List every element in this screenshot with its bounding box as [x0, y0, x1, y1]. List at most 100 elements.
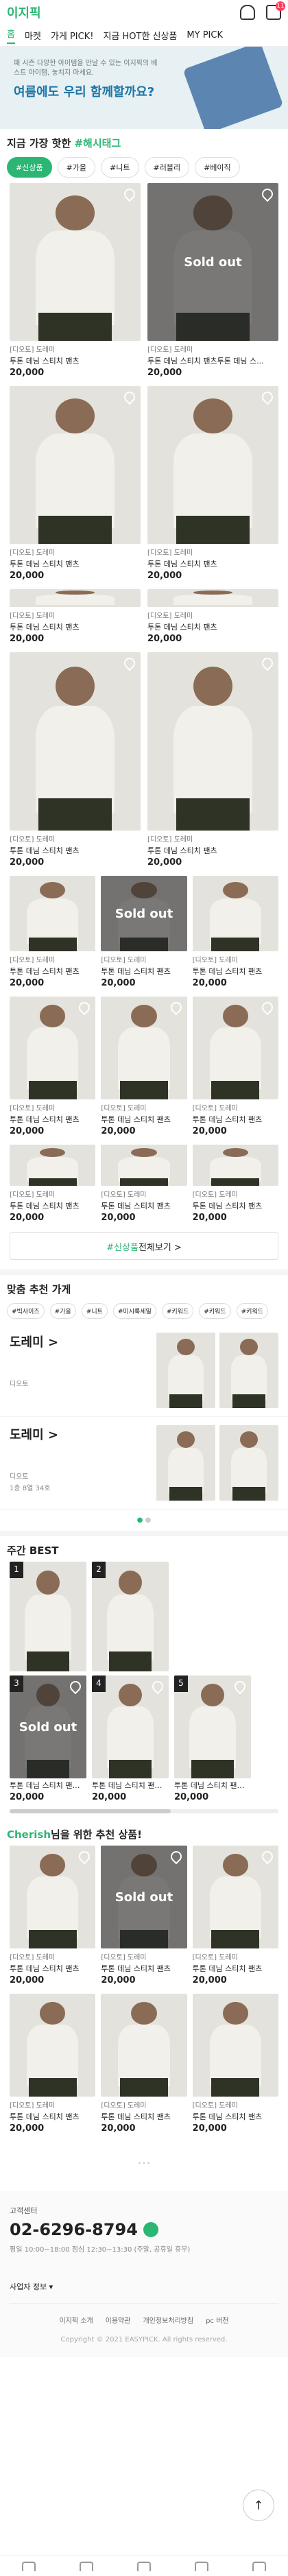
product-card[interactable]: [디오토] 도레미 투톤 데님 스티치 팬츠 20,000 [10, 997, 96, 1136]
bell-icon[interactable] [240, 5, 255, 20]
product-card[interactable]: 3Sold out투톤 데님 스티치 팬츠투톤 데님 스...20,000 [10, 1675, 86, 1802]
product-card[interactable]: [디오토] 도레미 투톤 데님 스티치 팬츠 20,000 [10, 589, 141, 644]
product-card[interactable]: [디오토] 도레미 투톤 데님 스티치 팬츠 20,000 [10, 652, 141, 868]
tab-my-pick[interactable]: MY PICK [187, 30, 223, 40]
product-card[interactable]: [디오토] 도레미 투톤 데님 스티치 팬츠 20,000 [192, 1994, 278, 2134]
chip-new[interactable]: #신상품 [7, 157, 52, 178]
product-image [192, 997, 278, 1099]
main-tabs: 홈 마켓 가게 PICK! 지금 HOT한 신상품 MY PICK [0, 25, 288, 47]
chip-autumn[interactable]: #가을 [57, 157, 96, 178]
heart-icon[interactable] [259, 655, 276, 671]
product-card[interactable]: [디오토] 도레미 투톤 데님 스티치 팬츠 20,000 [10, 183, 141, 378]
product-card[interactable]: [디오토] 도레미 투톤 데님 스티치 팬츠 20,000 [101, 1994, 187, 2134]
product-card[interactable]: [디오토] 도레미 투톤 데님 스티치 팬츠 20,000 [192, 1145, 278, 1223]
product-card[interactable]: [디오토] 도레미 투톤 데님 스티치 팬츠 20,000 [10, 1994, 96, 2134]
scroll-top-button[interactable]: ↑ [243, 2490, 274, 2521]
product-card[interactable]: [디오토] 도레미 투톤 데님 스티치 팬츠 20,000 [192, 876, 278, 988]
product-image [101, 1145, 187, 1186]
product-card[interactable]: 4투톤 데님 스티치 팬츠투톤 데님 스...20,000 [92, 1675, 169, 1802]
chip-basic[interactable]: #베이직 [195, 157, 240, 178]
hashtag-chips: #신상품 #가을 #니트 #러블리 #베이직 [0, 154, 288, 183]
footer-links: 이지픽 소개 이용약관 개인정보처리방침 pc 버전 [59, 2317, 229, 2325]
search-icon[interactable] [137, 2561, 151, 2571]
cart-badge: 11 [276, 1, 285, 11]
reco-title: Cherish님을 위한 추천 상품! [7, 1828, 142, 1841]
phone-icon[interactable] [143, 2222, 158, 2237]
user-icon[interactable] [252, 2561, 266, 2571]
product-card[interactable]: [디오토] 도레미 투톤 데님 스티치 팬츠 20,000 [192, 1846, 278, 1985]
product-image: Sold out [147, 183, 278, 341]
tab-market[interactable]: 마켓 [25, 29, 41, 42]
product-image [10, 997, 96, 1099]
store-tags: #빅사이즈 #가을 #니트 #미시룩세일 #키워드 #키워드 #키워드 [0, 1300, 288, 1324]
product-card[interactable]: [디오토] 도레미 투톤 데님 스티치 팬츠 20,000 [10, 1846, 96, 1985]
heart-icon[interactable] [121, 655, 138, 671]
product-image [101, 997, 187, 1099]
product-image [147, 652, 278, 831]
product-grid-2col: [디오토] 도레미 투톤 데님 스티치 팬츠 20,000 Sold out [디오토… [0, 183, 288, 868]
product-card[interactable]: [디오토] 도레미 투톤 데님 스티치 팬츠 20,000 [147, 589, 278, 644]
heart-icon[interactable] [259, 999, 276, 1016]
product-card[interactable]: [디오토] 도레미 투톤 데님 스티치 팬츠 20,000 [10, 1145, 96, 1223]
soldout-overlay: Sold out [147, 183, 278, 341]
shirt-image [182, 47, 284, 129]
product-image [192, 876, 278, 951]
product-card[interactable]: [디오토] 도레미 투톤 데님 스티치 팬츠 20,000 [10, 876, 96, 988]
carousel-dots[interactable]: ● ● [0, 1510, 288, 1531]
product-card[interactable]: 1 [10, 1562, 86, 1671]
banner-sub: 패 시즌 다양한 아이템을 만날 수 있는 이지픽의 베스트 아이템, 놓치지 … [14, 60, 158, 77]
cart-icon[interactable]: 11 [266, 1, 285, 20]
weekly-best-row-2: 3Sold out투톤 데님 스티치 팬츠투톤 데님 스...20,000 4투… [0, 1675, 288, 1802]
product-card[interactable]: 5투톤 데님 스티치 팬츠투톤 데님 스...20,000 [174, 1675, 251, 1802]
chip-knit[interactable]: #니트 [101, 157, 139, 178]
horizontal-scrollbar[interactable] [10, 1809, 278, 1813]
product-image [10, 652, 141, 831]
product-card[interactable]: Sold out [디오토] 도레미 투톤 데님 스티치 팬츠투톤 데님 스... 2… [147, 183, 278, 378]
category-icon[interactable] [80, 2561, 93, 2571]
product-card[interactable]: Sold out [디오토] 도레미 투톤 데님 스티치 팬츠 20,000 [101, 876, 187, 988]
view-all-button[interactable]: #신상품 전체보기 > [10, 1232, 278, 1260]
product-card[interactable]: [디오토] 도레미 투톤 데님 스티치 팬츠 20,000 [147, 386, 278, 581]
product-grid-3col: [디오토] 도레미 투톤 데님 스티치 팬츠 20,000 Sold out [디오토… [0, 876, 288, 1223]
cs-phone[interactable]: 02-6296-8794 [10, 2220, 278, 2239]
heart-icon[interactable] [121, 389, 138, 405]
heart-icon[interactable] [168, 999, 184, 1016]
chip-lovely[interactable]: #러블리 [144, 157, 190, 178]
store-reco-title: 맞춤 추천 가게 [7, 1283, 71, 1296]
hashtag-title: 지금 가장 핫한 #해시태그 [7, 137, 121, 150]
footer: 고객센터 02-6296-8794 평일 10:00~18:00 점심 12:3… [0, 2191, 288, 2357]
heart-icon[interactable] [195, 2561, 208, 2571]
product-image [10, 183, 141, 341]
tab-home[interactable]: 홈 [7, 27, 15, 44]
divider [0, 1269, 288, 1275]
copyright: Copyright © 2021 EASYPICK. All rights re… [60, 2336, 228, 2344]
store-item[interactable]: 도레미 > 디오토 [0, 1324, 288, 1417]
soldout-overlay: Sold out [101, 876, 187, 951]
top-bar: 이지픽 11 [0, 0, 288, 25]
product-card[interactable]: [디오토] 도레미 투톤 데님 스티치 팬츠 20,000 [192, 997, 278, 1136]
product-card[interactable]: [디오토] 도레미 투톤 데님 스티치 팬츠 20,000 [147, 652, 278, 868]
heart-icon[interactable] [259, 389, 276, 405]
store-item[interactable]: 도레미 > 디오토 1층 8열 34호 [0, 1417, 288, 1510]
tab-store-pick[interactable]: 가게 PICK! [51, 29, 94, 42]
product-card[interactable]: [디오토] 도레미 투톤 데님 스티치 팬츠 20,000 [101, 997, 187, 1136]
bottom-nav [0, 2555, 288, 2576]
biz-info-toggle[interactable]: 사업자 정보 ▾ [10, 2281, 278, 2304]
weekly-best-row: 1 2 [0, 1562, 288, 1671]
product-image [10, 386, 141, 544]
product-card[interactable]: [디오토] 도레미 투톤 데님 스티치 팬츠 20,000 [101, 1145, 187, 1223]
heart-icon[interactable] [77, 999, 93, 1016]
home-icon[interactable] [22, 2561, 36, 2571]
product-image [10, 589, 141, 607]
tab-hot-new[interactable]: 지금 HOT한 신상품 [103, 29, 177, 42]
loading-spinner: ⋯ [137, 2154, 151, 2171]
product-card[interactable]: Sold out [디오토] 도레미 투톤 데님 스티치 팬츠 20,000 [101, 1846, 187, 1985]
app-logo[interactable]: 이지픽 [7, 3, 41, 21]
heart-icon[interactable] [121, 186, 138, 202]
product-card[interactable]: [디오토] 도레미 투톤 데님 스티치 팬츠 20,000 [10, 386, 141, 581]
product-image [192, 1145, 278, 1186]
product-card[interactable]: 2 [92, 1562, 169, 1671]
weekly-best-title: 주간 BEST [7, 1545, 59, 1557]
cs-hours: 평일 10:00~18:00 점심 12:30~13:30 (주말, 공휴일 휴… [10, 2246, 191, 2254]
promo-banner[interactable]: 패 시즌 다양한 아이템을 만날 수 있는 이지픽의 베스트 아이템, 놓치지 … [0, 47, 288, 129]
